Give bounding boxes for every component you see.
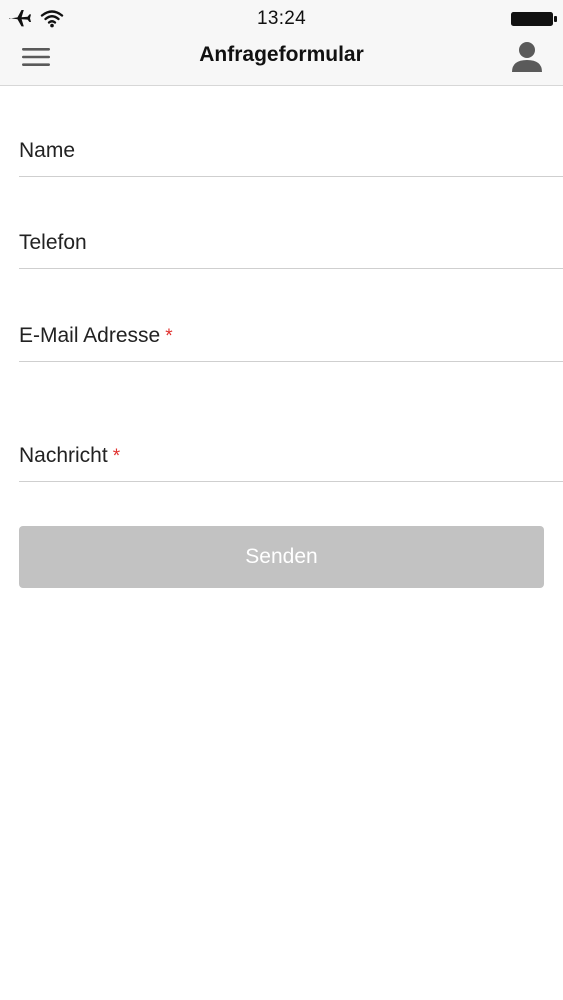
field-divider bbox=[19, 481, 563, 482]
required-marker: * bbox=[165, 326, 173, 347]
send-button[interactable]: Senden bbox=[19, 526, 544, 588]
status-time: 13:24 bbox=[256, 8, 307, 29]
phone-label-text: Telefon bbox=[19, 231, 87, 254]
phone-label: Telefon bbox=[19, 231, 87, 255]
field-divider bbox=[19, 268, 563, 269]
email-label-text: E-Mail Adresse bbox=[19, 324, 161, 347]
email-field[interactable]: E-Mail Adresse * bbox=[19, 302, 563, 362]
required-marker: * bbox=[112, 446, 121, 467]
field-divider bbox=[19, 176, 563, 177]
email-label: E-Mail Adresse * bbox=[19, 324, 173, 348]
status-bar: 13:24 bbox=[0, 0, 563, 36]
nav-bar: Anfrageformular bbox=[0, 36, 563, 86]
app-screen: 13:24 Anfrageformular Name Telefon E-Mai… bbox=[0, 0, 563, 1000]
phone-field[interactable]: Telefon bbox=[19, 209, 563, 269]
battery-icon bbox=[511, 12, 557, 26]
message-label: Nachricht * bbox=[19, 444, 120, 468]
message-label-text: Nachricht bbox=[19, 444, 108, 467]
message-field[interactable]: Nachricht * bbox=[19, 422, 563, 482]
top-bar: 13:24 Anfrageformular bbox=[0, 0, 563, 86]
page-title: Anfrageformular bbox=[199, 43, 364, 66]
name-label: Name bbox=[19, 139, 75, 163]
name-field[interactable]: Name bbox=[19, 117, 563, 177]
profile-icon[interactable] bbox=[510, 40, 544, 74]
field-divider bbox=[19, 361, 563, 362]
name-label-text: Name bbox=[19, 139, 76, 162]
